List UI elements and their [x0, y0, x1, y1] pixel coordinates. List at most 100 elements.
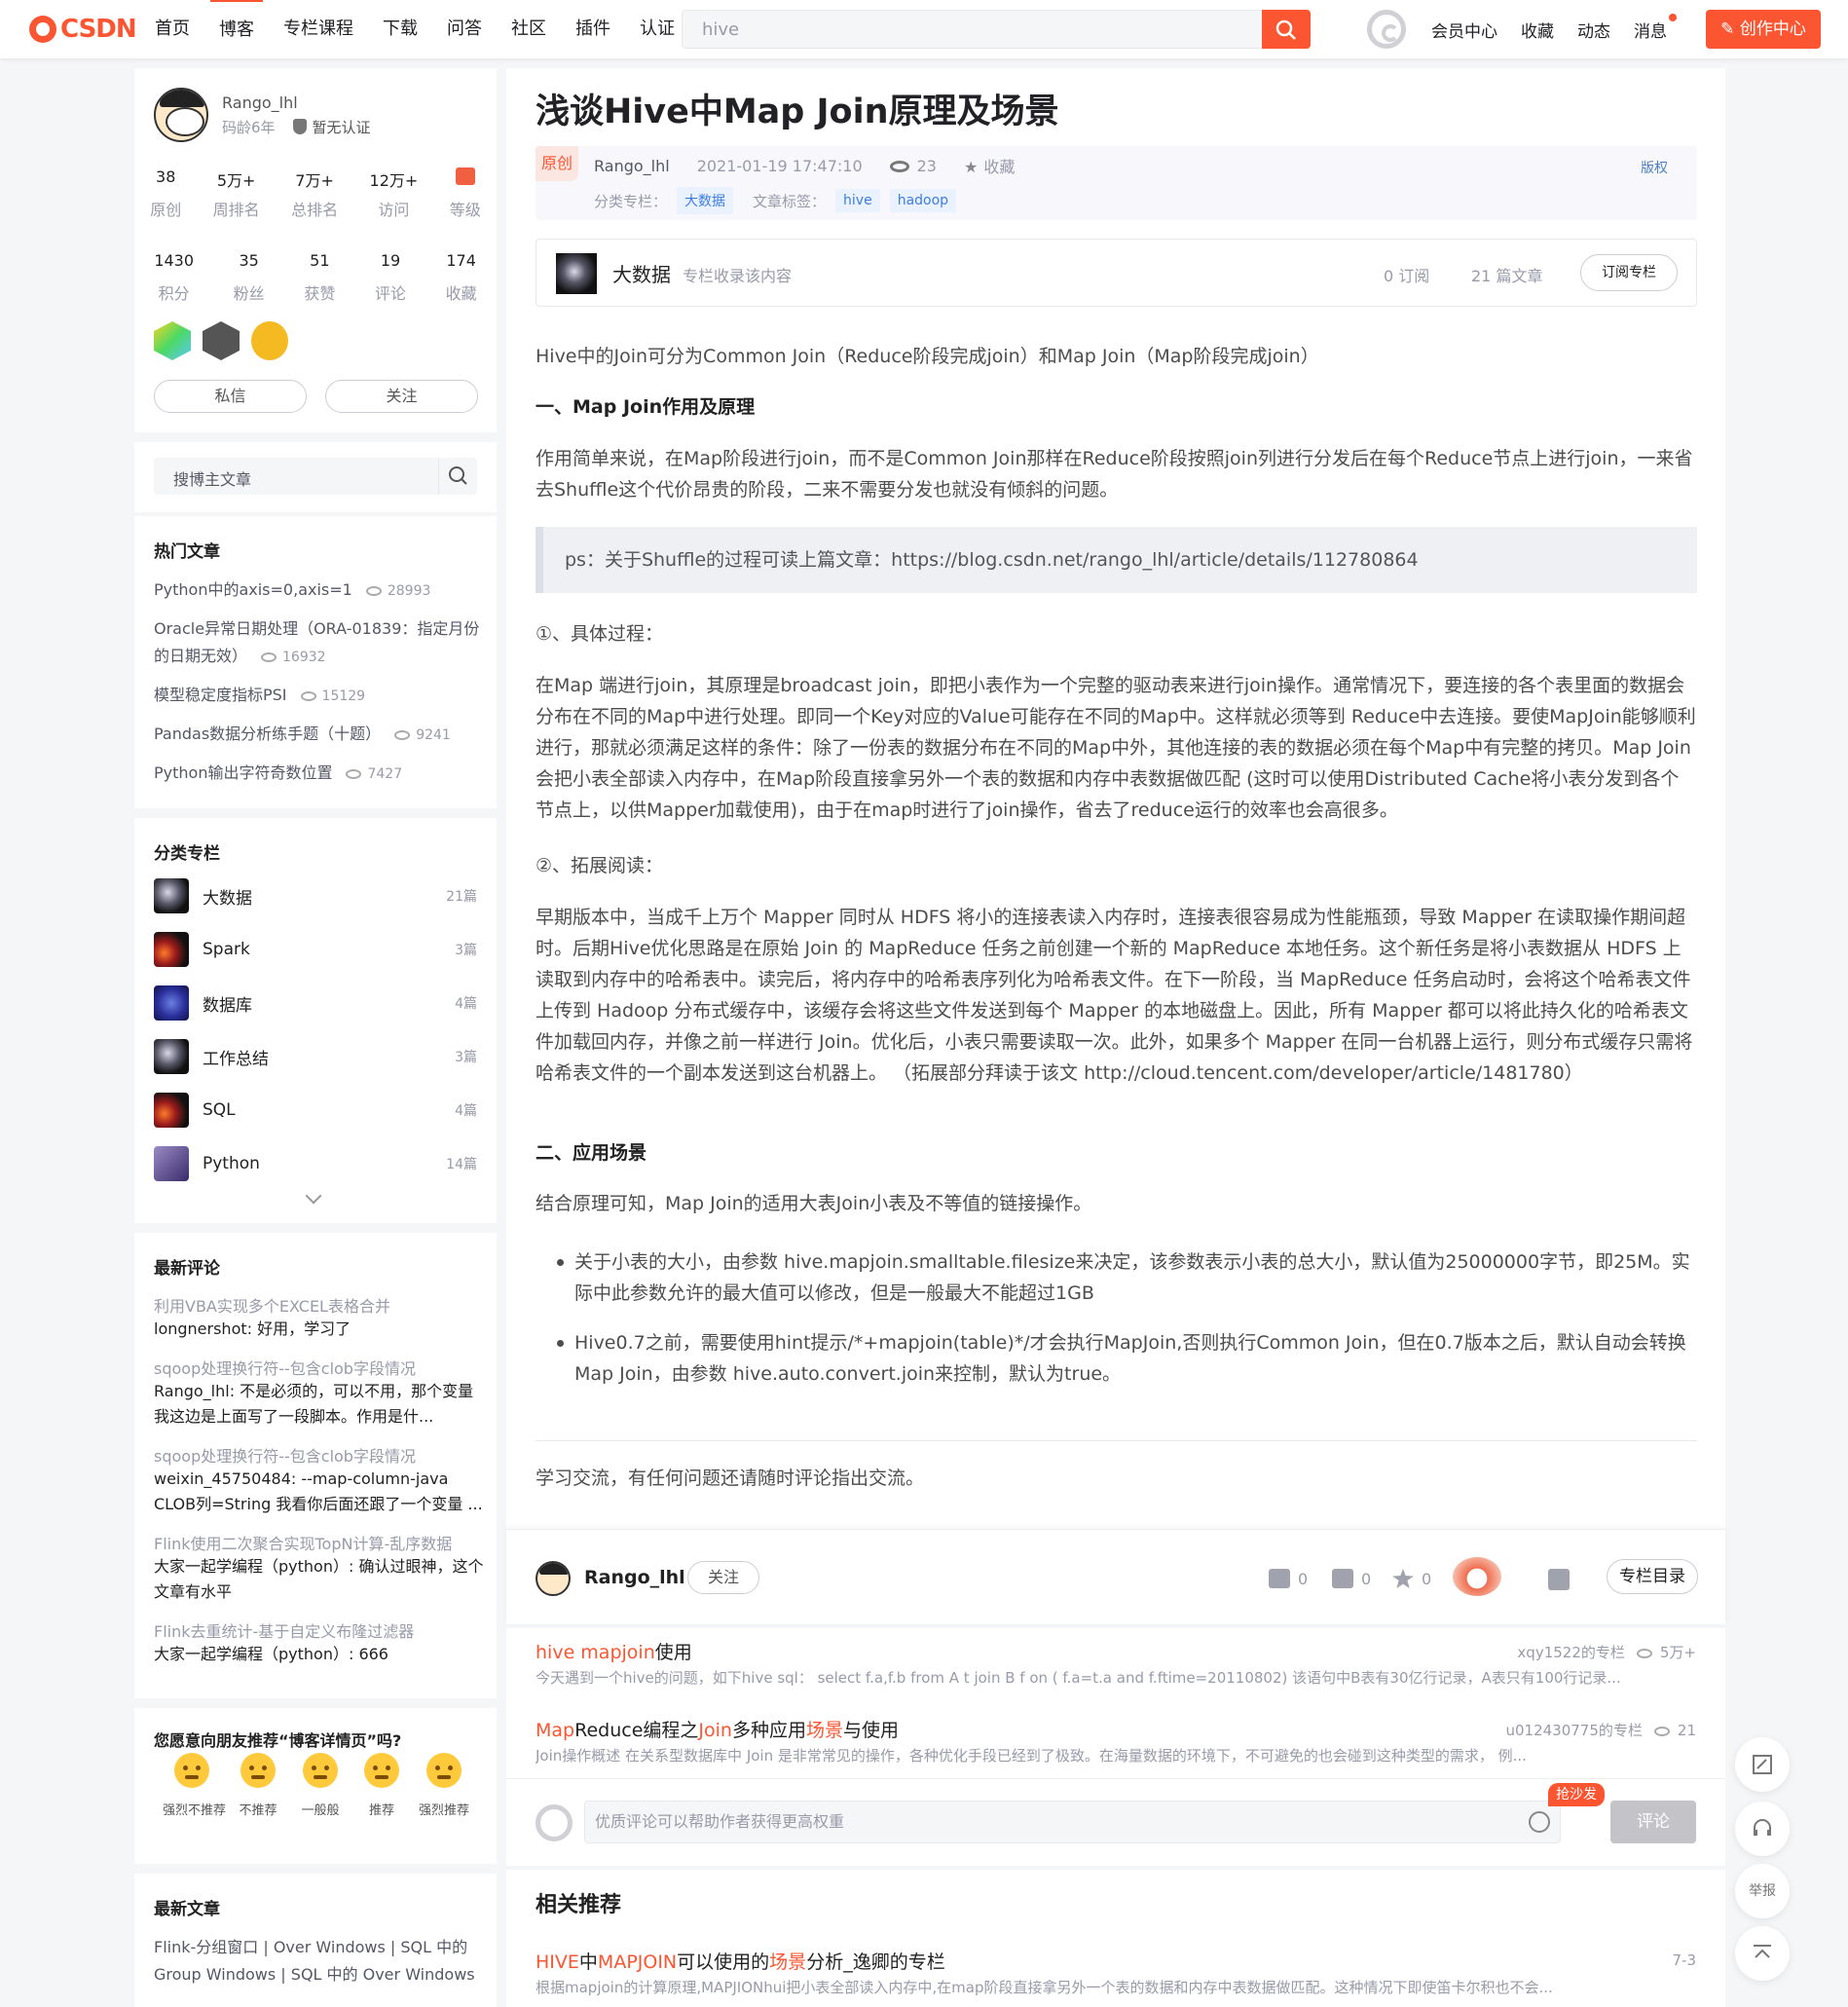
comment-article-link[interactable]: sqoop处理换行符--包含clob字段情况 [154, 1356, 485, 1379]
nav-plugins[interactable]: 插件 [567, 0, 619, 58]
nav-download[interactable]: 下载 [374, 0, 426, 58]
nav-courses[interactable]: 专栏课程 [275, 0, 362, 58]
blog-search-input[interactable]: 搜博主文章 [154, 458, 477, 495]
search-button[interactable] [1262, 10, 1311, 49]
subscribe-column-button[interactable]: 订阅专栏 [1580, 254, 1678, 291]
search-icon[interactable] [438, 458, 477, 495]
back-to-top-icon[interactable] [1735, 1926, 1790, 1981]
activity-link[interactable]: 动态 [1577, 18, 1610, 42]
category-icon [154, 878, 189, 913]
paragraph: 在Map 端进行join，其原理是broadcast join，即把小表作为一个… [536, 675, 1696, 821]
rating-option[interactable]: 一般般 [291, 1753, 350, 1818]
rating-option[interactable]: 强烈不推荐 [163, 1753, 226, 1818]
comment-input[interactable]: 优质评论可以帮助作者获得更高权重 [584, 1801, 1561, 1843]
write-icon[interactable] [1735, 1737, 1790, 1792]
stat-favorites[interactable]: 174 收藏 [446, 251, 477, 304]
csdn-logo[interactable]: CSDN [29, 14, 137, 45]
author-avatar[interactable] [536, 1561, 571, 1596]
badge-icon[interactable] [251, 321, 288, 360]
messages-link[interactable]: 消息 [1634, 13, 1677, 42]
favorite-button[interactable]: ★ 收藏 [964, 154, 1015, 177]
original-badge: 原创 [536, 146, 578, 181]
category-item[interactable]: Spark 3篇 [154, 932, 477, 967]
stat-likes[interactable]: 51 获赞 [304, 251, 335, 304]
badge-icon[interactable] [154, 321, 191, 360]
stat-total-rank[interactable]: 7万+ 总排名 [291, 167, 338, 220]
category-tag[interactable]: 大数据 [677, 187, 734, 214]
comment-article-link[interactable]: Flink使用二次聚合实现TopN计算-乱序数据 [154, 1531, 485, 1554]
rec-title[interactable]: MapReduce编程之Join多种应用场景与使用 [536, 1716, 899, 1742]
nav-qa[interactable]: 问答 [438, 0, 491, 58]
hot-article[interactable]: Oracle异常日期处理（ORA-01839：指定月份的日期无效） 16932 [154, 615, 485, 671]
comment-article-link[interactable]: Flink去重统计-基于自定义布隆过滤器 [154, 1618, 485, 1642]
category-item[interactable]: Python 14篇 [154, 1146, 477, 1181]
hot-article[interactable]: Python输出字符奇数位置 7427 [154, 760, 485, 788]
stat-week-rank[interactable]: 5万+ 周排名 [213, 167, 260, 220]
hot-article[interactable]: Pandas数据分析练手题（十题） 9241 [154, 721, 485, 749]
paragraph: 结合原理可知，Map Join的适用大表Join小表及不等值的链接操作。 [536, 1193, 1092, 1214]
stat-points[interactable]: 1430 积分 [154, 251, 194, 304]
like-button[interactable]: 0 [1269, 1569, 1308, 1588]
avatar[interactable] [154, 88, 208, 142]
stat-fans[interactable]: 35 粉丝 [234, 251, 265, 304]
column-directory-button[interactable]: 专栏目录 [1607, 1559, 1698, 1594]
column-name[interactable]: 大数据 [612, 259, 671, 287]
hot-articles-card: 热门文章 Python中的axis=0,axis=1 28993 Oracle异常… [134, 516, 497, 808]
stat-level[interactable]: 等级 [450, 167, 481, 220]
nav-home[interactable]: 首页 [146, 0, 199, 58]
eye-icon [365, 586, 382, 596]
hot-article[interactable]: Python中的axis=0,axis=1 28993 [154, 576, 485, 605]
level-icon [455, 167, 475, 185]
stat-original[interactable]: 38 原创 [150, 167, 181, 220]
rating-option[interactable]: 推荐 [352, 1753, 411, 1818]
category-icon [154, 985, 189, 1021]
nav-blog[interactable]: 博客 [210, 0, 263, 58]
comment-article-link[interactable]: 利用VBA实现多个EXCEL表格合并 [154, 1293, 485, 1317]
section-heading: 二、应用场景 [536, 1142, 647, 1164]
list-item: 关于小表的大小，由参数 hive.mapjoin.smalltable.file… [557, 1246, 1694, 1309]
private-message-button[interactable]: 私信 [154, 380, 307, 413]
nav-community[interactable]: 社区 [502, 0, 555, 58]
rating-option[interactable]: 强烈推荐 [415, 1753, 473, 1818]
share-icon[interactable] [1548, 1569, 1570, 1590]
latest-article-link[interactable]: Flink-分组窗口 | Over Windows | SQL 中的 Group… [154, 1934, 485, 1988]
copyright-link[interactable]: 版权 [1641, 158, 1668, 177]
search-input[interactable] [683, 11, 1247, 48]
article-tag[interactable]: hadoop [889, 189, 957, 212]
hot-article[interactable]: 模型稳定度指标PSI 15129 [154, 682, 485, 710]
rec-title[interactable]: hive mapjoin使用 [536, 1638, 692, 1664]
emoji-icon[interactable] [1529, 1811, 1550, 1833]
submit-comment-button[interactable]: 评论 [1610, 1801, 1696, 1843]
author-name[interactable]: Rango_lhl [584, 1567, 685, 1588]
collect-button[interactable]: 0 [1392, 1569, 1431, 1588]
report-button[interactable]: 举报 [1735, 1864, 1790, 1918]
comment-button[interactable]: 0 [1332, 1569, 1371, 1588]
create-center-button[interactable]: ✎ 创作中心 [1706, 10, 1821, 49]
rec-title[interactable]: HIVE中MAPJOIN可以使用的场景分析_逸卿的专栏 [536, 1948, 945, 1974]
favorites-link[interactable]: 收藏 [1521, 18, 1554, 42]
follow-author-button[interactable]: 关注 [687, 1561, 759, 1594]
paragraph: 作用简单来说，在Map阶段进行join，而不是Common Join那样在Red… [536, 448, 1693, 501]
headset-icon[interactable] [1735, 1802, 1790, 1856]
category-item[interactable]: 大数据 21篇 [154, 878, 477, 913]
category-item[interactable]: SQL 4篇 [154, 1093, 477, 1128]
stat-comments[interactable]: 19 评论 [375, 251, 406, 304]
column-cover[interactable] [556, 253, 597, 294]
author-link[interactable]: Rango_lhl [594, 157, 670, 175]
thumbs-up-icon [1269, 1569, 1290, 1588]
rating-option[interactable]: 不推荐 [229, 1753, 287, 1818]
nav-cert[interactable]: 认证 [631, 0, 684, 58]
category-item[interactable]: 工作总结 3篇 [154, 1039, 477, 1074]
main-nav: 首页 博客 专栏课程 下载 问答 社区 插件 认证 [146, 0, 695, 58]
chevron-down-icon[interactable] [305, 1187, 322, 1205]
badge-icon[interactable] [203, 321, 240, 360]
comment-article-link[interactable]: sqoop处理换行符--包含clob字段情况 [154, 1443, 485, 1467]
follow-button[interactable]: 关注 [325, 380, 478, 413]
article-tag[interactable]: hive [835, 189, 880, 212]
member-center-link[interactable]: 会员中心 [1431, 18, 1497, 42]
category-item[interactable]: 数据库 4篇 [154, 985, 477, 1021]
reward-icon[interactable] [1453, 1557, 1501, 1596]
stat-visits[interactable]: 12万+ 访问 [370, 167, 419, 220]
profile-name[interactable]: Rango_lhl [222, 93, 298, 112]
user-avatar[interactable] [1367, 10, 1406, 49]
